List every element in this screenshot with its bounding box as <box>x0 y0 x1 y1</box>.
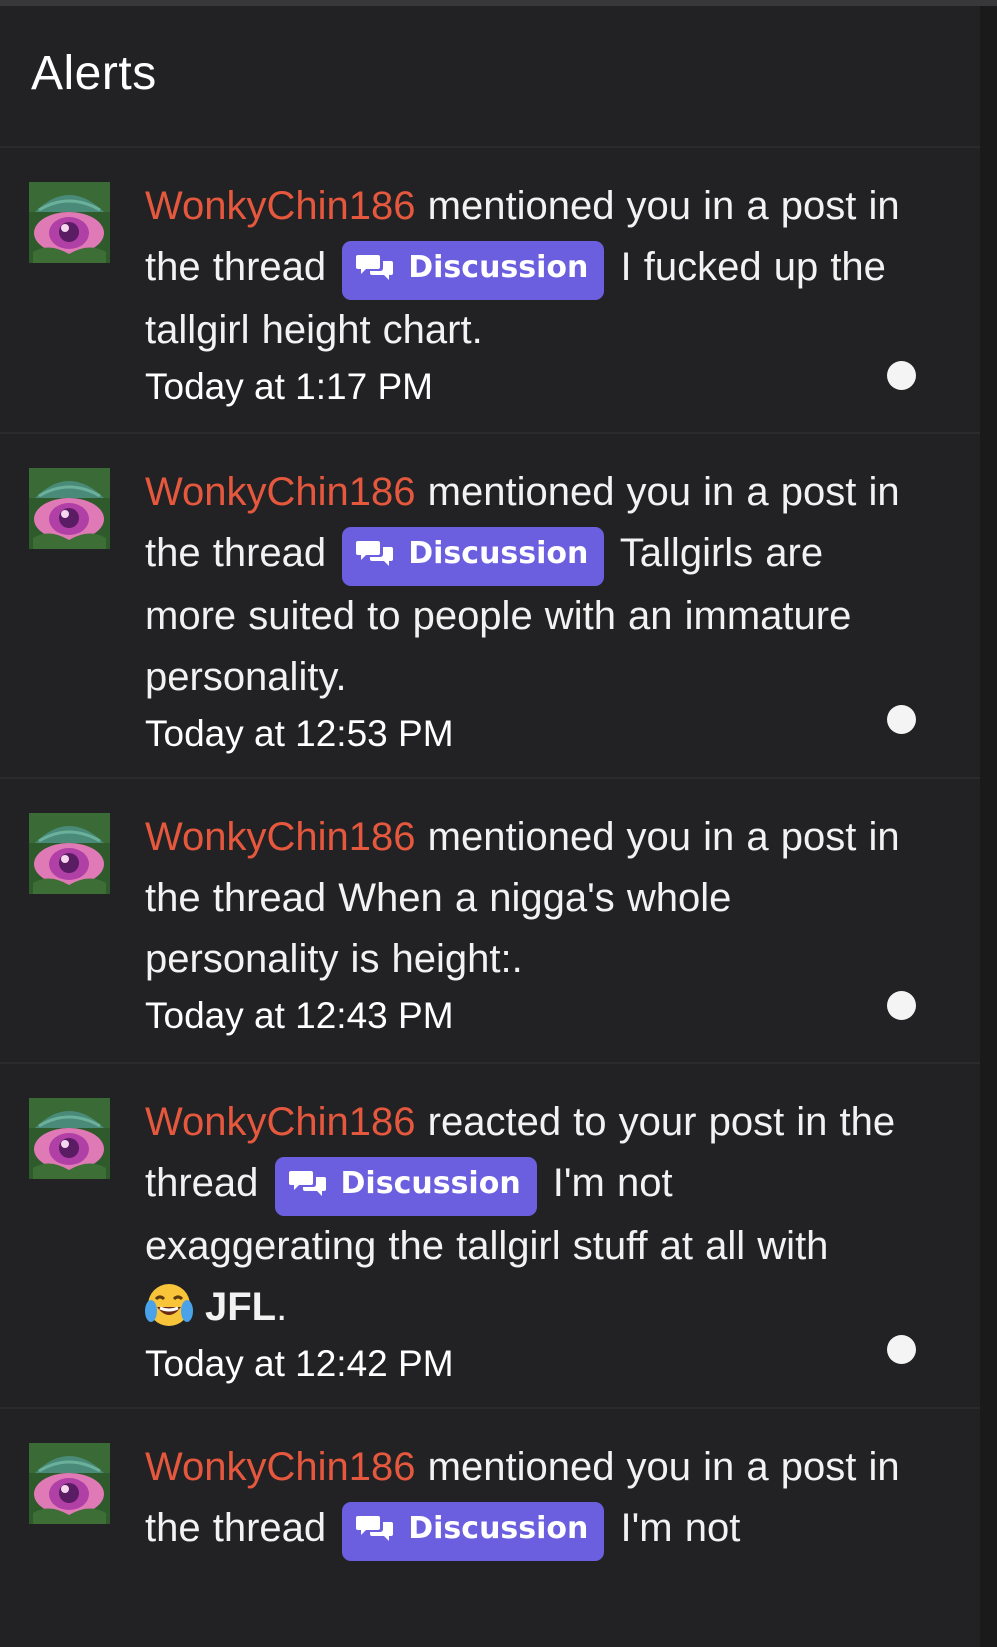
laughing-crying-emoji-icon <box>145 1281 193 1329</box>
reaction-name: JFL <box>205 1285 277 1329</box>
alerts-header: Alerts <box>0 6 980 148</box>
alert-content: WonkyChin186 mentioned you in a post in … <box>145 1437 900 1561</box>
alert-content: WonkyChin186 mentioned you in a post in … <box>145 807 900 990</box>
page-title: Alerts <box>31 46 157 100</box>
alert-item[interactable]: WonkyChin186 mentioned you in a post in … <box>0 148 980 434</box>
avatar[interactable] <box>29 813 110 894</box>
username-link[interactable]: WonkyChin186 <box>145 470 416 514</box>
alert-content: WonkyChin186 reacted to your post in the… <box>145 1092 900 1338</box>
alert-item[interactable]: WonkyChin186 mentioned you in a post in … <box>0 779 980 1064</box>
username-link[interactable]: WonkyChin186 <box>145 1100 416 1144</box>
discussion-prefix-badge[interactable]: Discussion <box>342 527 605 586</box>
avatar[interactable] <box>29 1443 110 1524</box>
username-link[interactable]: WonkyChin186 <box>145 1445 416 1489</box>
unread-indicator[interactable] <box>887 705 916 734</box>
avatar[interactable] <box>29 182 110 263</box>
alert-timestamp: Today at 12:43 PM <box>145 995 454 1036</box>
alert-item[interactable]: WonkyChin186 mentioned you in a post in … <box>0 434 980 779</box>
discussion-prefix-badge[interactable]: Discussion <box>274 1157 537 1216</box>
alert-item[interactable]: WonkyChin186 mentioned you in a post in … <box>0 1409 980 1609</box>
prefix-label-text: Discussion <box>408 536 589 571</box>
username-link[interactable]: WonkyChin186 <box>145 184 416 228</box>
prefix-label-text: Discussion <box>408 250 589 285</box>
chat-bubbles-icon <box>356 252 394 288</box>
alert-timestamp: Today at 12:42 PM <box>145 1343 454 1384</box>
avatar[interactable] <box>29 1098 110 1179</box>
prefix-label-text: Discussion <box>408 1511 589 1546</box>
alert-timestamp: Today at 1:17 PM <box>145 366 433 407</box>
chat-bubbles-icon <box>356 538 394 574</box>
unread-indicator[interactable] <box>887 1335 916 1364</box>
alert-item[interactable]: WonkyChin186 reacted to your post in the… <box>0 1064 980 1409</box>
prefix-label-text: Discussion <box>340 1166 521 1201</box>
username-link[interactable]: WonkyChin186 <box>145 815 416 859</box>
discussion-prefix-badge[interactable]: Discussion <box>342 1502 605 1561</box>
discussion-prefix-badge[interactable]: Discussion <box>342 241 605 300</box>
alert-timestamp: Today at 12:53 PM <box>145 713 454 754</box>
alert-content: WonkyChin186 mentioned you in a post in … <box>145 176 900 361</box>
alert-tail-text: . <box>276 1285 288 1329</box>
unread-indicator[interactable] <box>887 361 916 390</box>
scrollbar-track[interactable] <box>980 6 997 1647</box>
unread-indicator[interactable] <box>887 991 916 1020</box>
avatar[interactable] <box>29 468 110 549</box>
thread-title-link[interactable]: I'm not <box>608 1506 741 1550</box>
chat-bubbles-icon <box>356 1513 394 1549</box>
chat-bubbles-icon <box>288 1168 327 1204</box>
alert-content: WonkyChin186 mentioned you in a post in … <box>145 462 900 708</box>
alerts-panel: Alerts WonkyChin186 mentioned you in a p… <box>0 6 980 1647</box>
